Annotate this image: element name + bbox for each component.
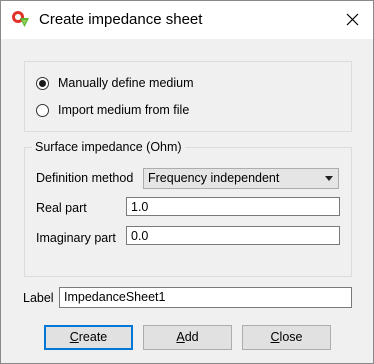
label-field-label: Label (23, 291, 54, 305)
imaginary-part-input[interactable]: 0.0 (126, 226, 340, 245)
real-part-label: Real part (36, 201, 87, 215)
surface-impedance-group: Surface impedance (Ohm) Definition metho… (24, 140, 352, 277)
definition-method-value: Frequency independent (148, 171, 280, 185)
close-icon[interactable] (343, 10, 363, 30)
chevron-down-icon (325, 176, 333, 181)
radio-import-medium-from-file[interactable]: Import medium from file (36, 101, 189, 119)
close-mnemonic: C (270, 330, 280, 344)
close-rest: lose (279, 330, 303, 344)
medium-group: Manually define medium Import medium fro… (24, 61, 352, 132)
create-rest: reate (78, 330, 108, 344)
create-button[interactable]: Create (44, 325, 133, 350)
real-part-input[interactable]: 1.0 (126, 197, 340, 216)
imaginary-part-label: Imaginary part (36, 231, 116, 245)
close-button[interactable]: Close (242, 325, 331, 350)
title-bar[interactable]: Create impedance sheet (1, 1, 373, 39)
add-button[interactable]: Add (143, 325, 232, 350)
definition-method-label: Definition method (36, 171, 134, 185)
group-title: Surface impedance (Ohm) (32, 140, 185, 154)
radio-label: Import medium from file (58, 103, 190, 117)
radio-button-checked[interactable] (36, 76, 49, 90)
definition-method-select[interactable]: Frequency independent (143, 168, 339, 189)
cst-app-icon (12, 11, 29, 27)
window-title: Create impedance sheet (39, 11, 203, 28)
add-mnemonic: A (176, 330, 185, 344)
add-rest: dd (184, 330, 199, 344)
create-mnemonic: C (69, 330, 79, 344)
label-input[interactable]: ImpedanceSheet1 (59, 287, 352, 308)
radio-label: Manually define medium (58, 76, 194, 90)
radio-manually-define-medium[interactable]: Manually define medium (36, 74, 194, 92)
dialog-window: Create impedance sheet Manually define m… (0, 0, 374, 364)
radio-button-unchecked[interactable] (36, 103, 49, 117)
